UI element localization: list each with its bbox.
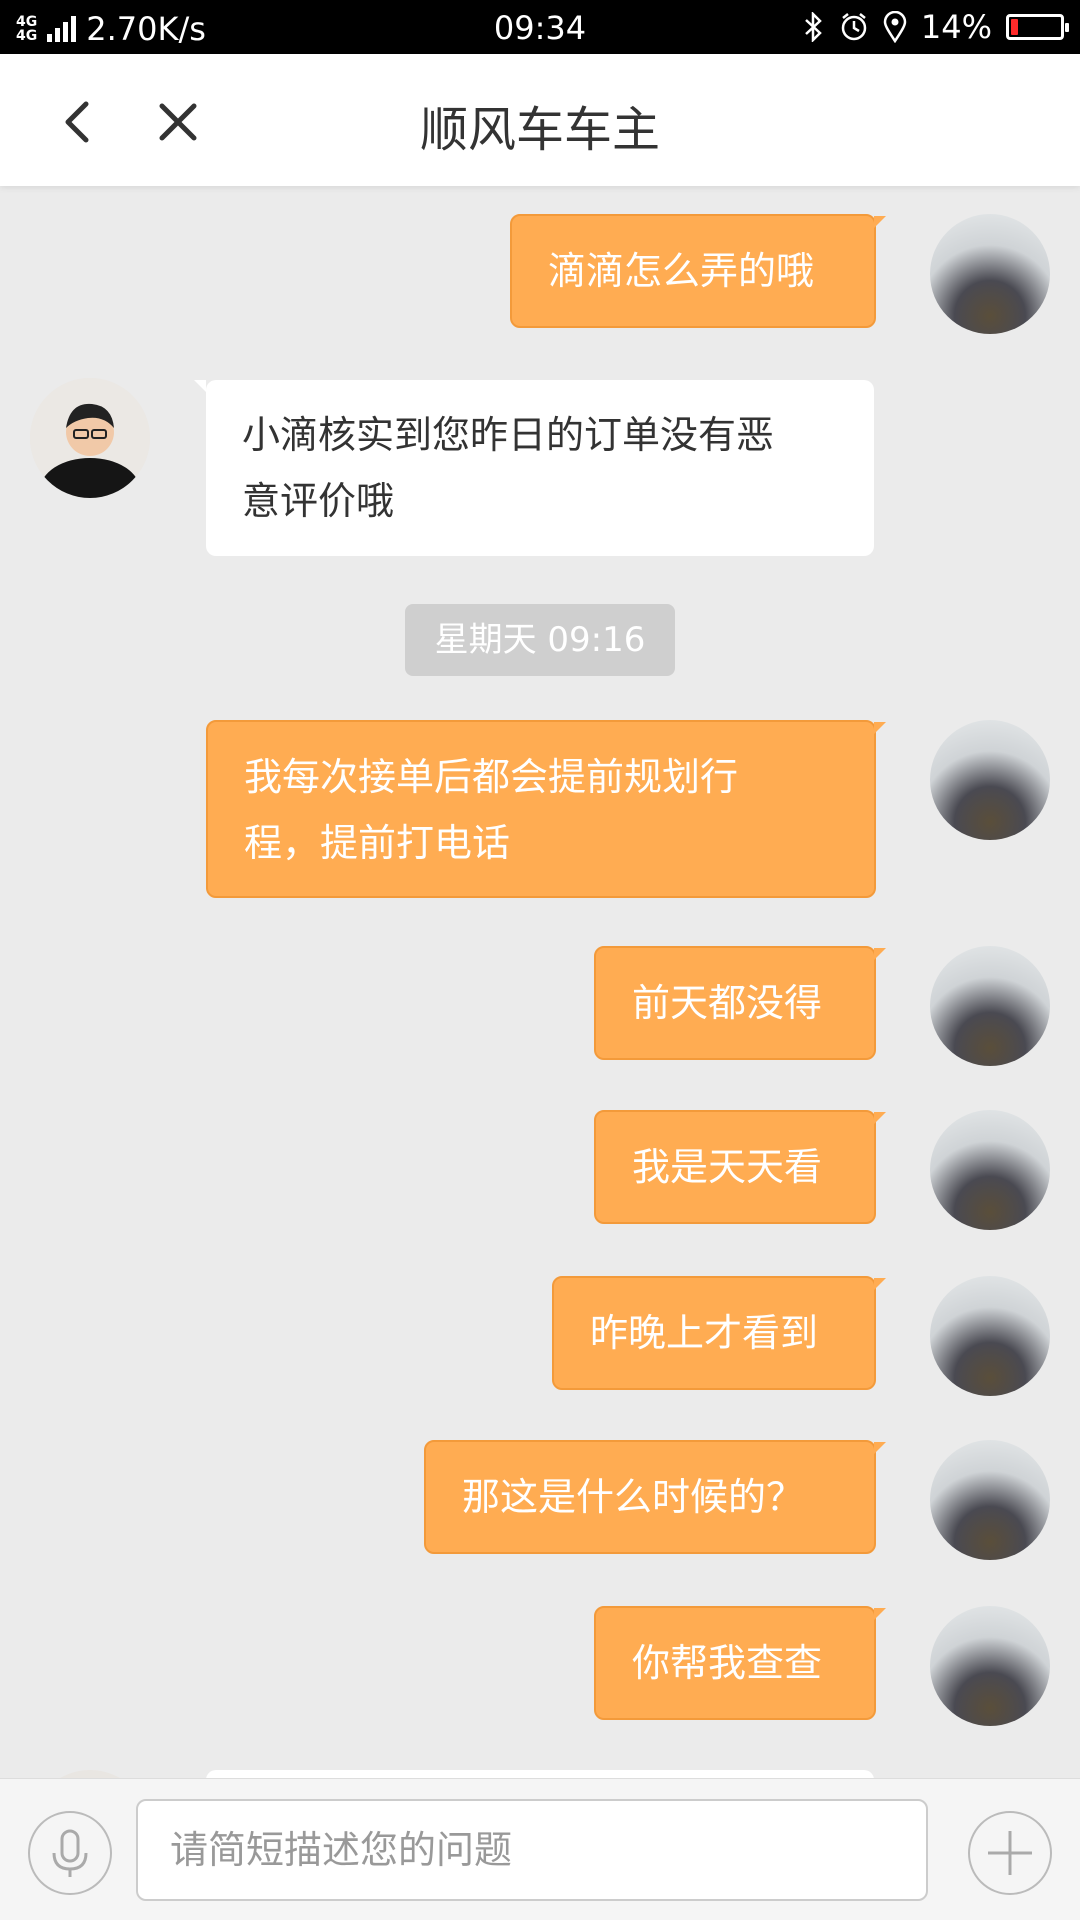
nav-header: 顺风车车主 [0, 54, 1080, 186]
status-right-group: 14% [803, 8, 1069, 46]
battery-percent: 14% [920, 8, 992, 46]
battery-icon [1006, 14, 1069, 40]
message-input[interactable] [136, 1799, 928, 1901]
chat-list[interactable]: 滴滴怎么弄的哦 小滴核实到您昨日的订单没有恶 意评价哦 星期天 09:16 我每… [0, 186, 1080, 1778]
microphone-icon [52, 1829, 88, 1877]
outgoing-message: 我每次接单后都会提前规划行 程，提前打电话 [206, 720, 886, 898]
support-avatar-image [30, 378, 150, 498]
message-text: 前天都没得 [632, 981, 823, 1025]
message-text: 程，提前打电话 [244, 821, 511, 865]
message-text: 我每次接单后都会提前规划行 [244, 755, 739, 799]
message-text: 滴滴怎么弄的哦 [548, 249, 815, 293]
message-text: 小滴核实到您昨日的订单没有恶 [242, 413, 775, 457]
owner-avatar[interactable] [930, 1110, 1050, 1230]
status-bar: 4G 4G 2.70K/s 09:34 14% [0, 0, 1080, 54]
voice-button[interactable] [28, 1811, 112, 1895]
message-text: 昨晚上才看到 [590, 1311, 819, 1355]
outgoing-message: 前天都没得 [594, 946, 886, 1060]
outgoing-message: 你帮我查查 [594, 1606, 886, 1720]
owner-avatar[interactable] [930, 1276, 1050, 1396]
incoming-message-partial [206, 1770, 874, 1778]
timestamp-divider: 星期天 09:16 [405, 604, 675, 676]
owner-avatar[interactable] [930, 214, 1050, 334]
owner-avatar[interactable] [930, 1440, 1050, 1560]
add-button[interactable] [968, 1811, 1052, 1895]
outgoing-message: 我是天天看 [594, 1110, 886, 1224]
location-icon [883, 11, 907, 43]
input-bar [0, 1778, 1080, 1920]
page-title: 顺风车车主 [419, 102, 660, 158]
bluetooth-icon [805, 12, 822, 42]
battery-level [1011, 19, 1018, 35]
outgoing-message: 那这是什么时候的？ [424, 1440, 886, 1554]
alarm-icon [841, 13, 867, 41]
plus-icon [988, 1831, 1032, 1875]
owner-avatar[interactable] [930, 1606, 1050, 1726]
message-text: 你帮我查查 [632, 1641, 823, 1685]
incoming-message: 小滴核实到您昨日的订单没有恶 意评价哦 [194, 380, 874, 556]
owner-avatar[interactable] [930, 946, 1050, 1066]
owner-avatar[interactable] [930, 720, 1050, 840]
support-avatar[interactable] [30, 1770, 150, 1778]
message-text: 我是天天看 [632, 1145, 823, 1189]
outgoing-message: 昨晚上才看到 [552, 1276, 886, 1390]
message-text: 那这是什么时候的？ [462, 1475, 805, 1519]
message-text: 意评价哦 [242, 479, 395, 523]
support-avatar[interactable] [30, 378, 150, 498]
outgoing-message: 滴滴怎么弄的哦 [510, 214, 886, 328]
